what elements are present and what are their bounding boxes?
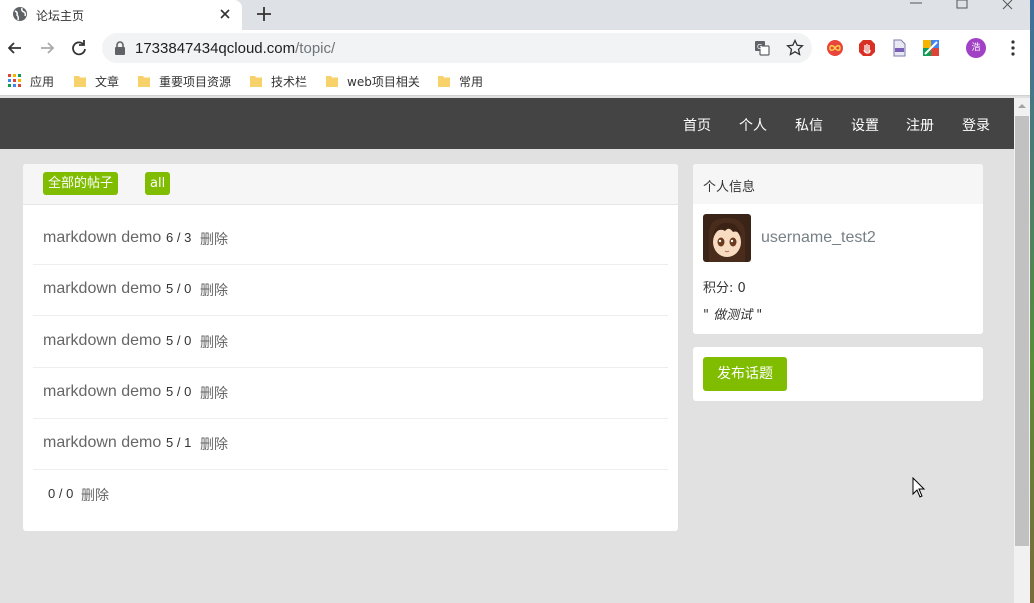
all-tag[interactable]: all bbox=[145, 172, 171, 195]
maximize-icon[interactable] bbox=[940, 0, 984, 26]
delete-link[interactable]: 删除 bbox=[200, 383, 228, 403]
topic-count: 0 / 0 bbox=[48, 486, 74, 501]
topic-title-link[interactable]: markdown demo bbox=[43, 383, 161, 401]
new-topic-button[interactable]: 发布话题 bbox=[703, 357, 787, 391]
site-navbar: 首页 个人 私信 设置 注册 登录 bbox=[0, 98, 1014, 149]
page-scrollbar[interactable] bbox=[1014, 98, 1030, 603]
svg-text:G: G bbox=[757, 43, 762, 51]
translate-icon[interactable]: G bbox=[753, 39, 771, 57]
back-arrow-icon[interactable] bbox=[5, 38, 25, 58]
browser-tab[interactable]: 论坛主页 bbox=[0, 0, 242, 30]
topic-row: markdown demo 5 / 1 删除 bbox=[33, 419, 668, 470]
profile-avatar-button[interactable]: 浩 bbox=[966, 38, 986, 58]
user-avatar[interactable] bbox=[703, 214, 751, 262]
topic-row: 0 / 0 删除 bbox=[33, 470, 668, 521]
extension-hand-icon[interactable] bbox=[858, 39, 876, 57]
delete-link[interactable]: 删除 bbox=[200, 434, 228, 454]
apps-grid-icon bbox=[8, 74, 21, 87]
tab-strip: 论坛主页 bbox=[0, 0, 1034, 30]
folder-icon bbox=[438, 76, 450, 87]
url-host: 1733847434qcloud.com bbox=[135, 40, 296, 57]
forward-arrow-icon[interactable] bbox=[37, 38, 57, 58]
mouse-cursor-icon bbox=[912, 477, 926, 498]
topic-count: 5 / 0 bbox=[166, 333, 192, 348]
topic-count: 5 / 1 bbox=[166, 435, 192, 450]
topic-row: markdown demo 6 / 3 删除 bbox=[33, 214, 668, 265]
bookmark-folder[interactable]: web项目相关 bbox=[325, 72, 420, 90]
url-text[interactable]: 1733847434qcloud.com/topic/ bbox=[135, 40, 335, 57]
topic-count: 6 / 3 bbox=[166, 230, 192, 245]
topic-row: markdown demo 5 / 0 删除 bbox=[33, 265, 668, 316]
bookmark-folder[interactable]: 重要项目资源 bbox=[137, 72, 231, 90]
minimize-icon[interactable] bbox=[894, 0, 938, 26]
lock-icon[interactable] bbox=[114, 41, 126, 55]
nav-messages-link[interactable]: 私信 bbox=[795, 115, 823, 135]
nav-personal-link[interactable]: 个人 bbox=[739, 115, 767, 135]
page-viewport: 首页 个人 私信 设置 注册 登录 全部的帖子 all markdown dem… bbox=[0, 98, 1014, 603]
post-panel: 发布话题 bbox=[693, 347, 983, 401]
delete-link[interactable]: 删除 bbox=[200, 332, 228, 352]
topic-count: 5 / 0 bbox=[166, 384, 192, 399]
bookmark-folder[interactable]: 文章 bbox=[73, 72, 119, 90]
bookmark-folder[interactable]: 技术栏 bbox=[249, 72, 307, 90]
profile-panel-header: 个人信息 bbox=[693, 164, 983, 204]
url-path: /topic/ bbox=[295, 40, 336, 57]
topics-panel: 全部的帖子 all markdown demo 6 / 3 删除 markdow… bbox=[23, 164, 678, 531]
folder-icon bbox=[74, 76, 86, 87]
bookmark-label: 文章 bbox=[95, 74, 120, 89]
browser-toolbar: 1733847434qcloud.com/topic/ G 浩 bbox=[0, 30, 1034, 66]
scroll-thumb[interactable] bbox=[1015, 116, 1029, 546]
nav-register-link[interactable]: 注册 bbox=[906, 115, 934, 135]
more-menu-icon[interactable] bbox=[1005, 39, 1021, 57]
all-posts-tag[interactable]: 全部的帖子 bbox=[43, 172, 119, 195]
topic-title-link[interactable]: markdown demo bbox=[43, 229, 161, 247]
nav-home-link[interactable]: 首页 bbox=[683, 115, 711, 135]
close-icon[interactable] bbox=[216, 5, 234, 23]
profile-panel-title: 个人信息 bbox=[703, 180, 756, 195]
delete-link[interactable]: 删除 bbox=[200, 280, 228, 300]
reload-icon[interactable] bbox=[69, 38, 89, 58]
bookmark-label: 应用 bbox=[30, 74, 55, 89]
folder-icon bbox=[250, 76, 262, 87]
topic-count: 5 / 0 bbox=[166, 281, 192, 296]
profile-panel: 个人信息 username_test2 积分: 0 " 做测试 " bbox=[693, 164, 983, 334]
topic-row: markdown demo 5 / 0 删除 bbox=[33, 317, 668, 368]
delete-link[interactable]: 删除 bbox=[200, 229, 228, 249]
bookmark-label: 重要项目资源 bbox=[159, 74, 232, 89]
username-link[interactable]: username_test2 bbox=[761, 229, 876, 247]
bookmark-apps[interactable]: 应用 bbox=[8, 72, 54, 90]
extension-infinity-icon[interactable] bbox=[826, 39, 844, 57]
bookmark-label: web项目相关 bbox=[347, 74, 420, 89]
bookmark-label: 常用 bbox=[459, 74, 484, 89]
user-score: 积分: 0 bbox=[703, 281, 746, 296]
topics-panel-header: 全部的帖子 all bbox=[23, 164, 678, 205]
topic-row: markdown demo 5 / 0 删除 bbox=[33, 368, 668, 419]
star-icon[interactable] bbox=[786, 39, 804, 57]
globe-icon bbox=[13, 7, 27, 21]
topic-title-link[interactable]: markdown demo bbox=[43, 434, 161, 452]
folder-icon bbox=[138, 76, 150, 87]
bookmarks-bar: 应用 文章 重要项目资源 技术栏 web项目相关 常用 bbox=[0, 66, 1034, 96]
scroll-up-arrow-icon[interactable] bbox=[1018, 102, 1026, 110]
bookmark-folder[interactable]: 常用 bbox=[437, 72, 483, 90]
extension-colors-icon[interactable] bbox=[922, 39, 940, 57]
window-close-icon[interactable] bbox=[986, 0, 1030, 26]
delete-link[interactable]: 删除 bbox=[81, 485, 109, 505]
plus-icon[interactable] bbox=[254, 4, 274, 24]
nav-settings-link[interactable]: 设置 bbox=[851, 115, 879, 135]
desktop-background bbox=[1030, 0, 1034, 603]
user-signature: " 做测试 " bbox=[703, 308, 763, 323]
extension-document-icon[interactable] bbox=[890, 39, 908, 57]
topic-title-link[interactable]: markdown demo bbox=[43, 280, 161, 298]
tab-title: 论坛主页 bbox=[36, 9, 85, 23]
address-bar[interactable]: 1733847434qcloud.com/topic/ G bbox=[102, 33, 812, 63]
bookmark-label: 技术栏 bbox=[271, 74, 308, 89]
folder-icon bbox=[326, 76, 338, 87]
topic-title-link[interactable]: markdown demo bbox=[43, 332, 161, 350]
nav-login-link[interactable]: 登录 bbox=[962, 115, 990, 135]
